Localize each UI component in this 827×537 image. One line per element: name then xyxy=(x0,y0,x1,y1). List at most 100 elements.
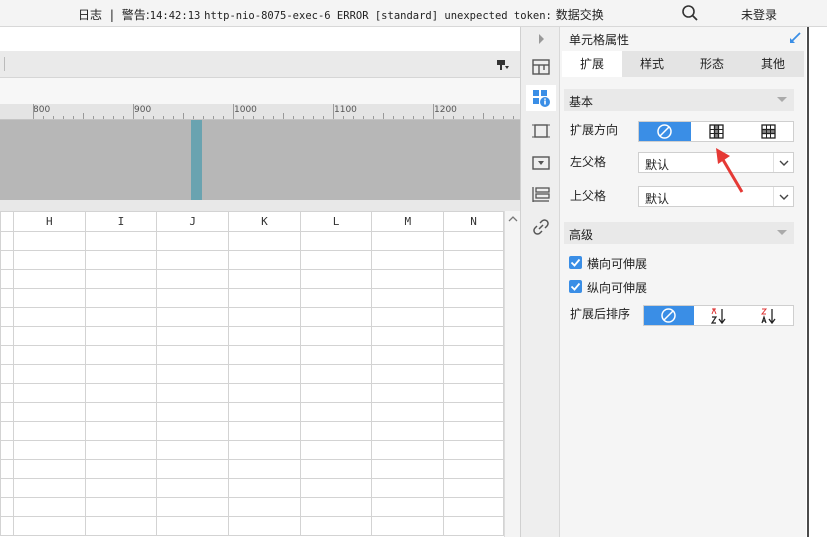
grid-cell[interactable] xyxy=(371,250,445,270)
grid-cell[interactable] xyxy=(12,497,86,517)
grid-cell[interactable] xyxy=(156,250,230,270)
log-label[interactable]: 日志 xyxy=(78,8,102,22)
grid-cell[interactable] xyxy=(156,269,230,289)
cell-properties-tab[interactable] xyxy=(526,85,556,111)
grid-cell[interactable] xyxy=(371,459,445,479)
grid-cell[interactable] xyxy=(299,421,373,441)
grid-cell[interactable] xyxy=(228,307,301,327)
sort-none-button[interactable] xyxy=(644,306,694,325)
grid-cell[interactable] xyxy=(299,459,373,479)
grid-cell[interactable] xyxy=(443,440,504,460)
grid-cell[interactable] xyxy=(84,250,158,270)
grid-cell[interactable] xyxy=(299,364,373,384)
grid-cell[interactable] xyxy=(84,516,158,536)
grid-cell[interactable] xyxy=(84,383,158,403)
grid-cell[interactable] xyxy=(156,459,230,479)
grid-cell[interactable] xyxy=(371,440,445,460)
grid-cell[interactable] xyxy=(228,288,301,308)
grid-cell[interactable] xyxy=(156,478,230,498)
grid-cell[interactable] xyxy=(228,345,301,365)
tab-expand[interactable]: 扩展 xyxy=(562,51,622,77)
grid-cell[interactable] xyxy=(299,478,373,498)
grid-cell[interactable] xyxy=(156,345,230,365)
column-header-n[interactable]: N xyxy=(443,211,504,232)
grid-cell[interactable] xyxy=(443,421,504,441)
widget-frame-icon[interactable] xyxy=(531,121,551,141)
grid-cell[interactable] xyxy=(443,364,504,384)
column-header-l[interactable]: L xyxy=(299,211,373,232)
sort-descending-button[interactable] xyxy=(744,306,795,325)
grid-cell[interactable] xyxy=(12,269,86,289)
top-parent-dropdown[interactable] xyxy=(773,187,793,206)
row-header-cell[interactable] xyxy=(0,269,14,289)
grid-cell[interactable] xyxy=(12,383,86,403)
grid-cell[interactable] xyxy=(299,326,373,346)
column-header-i[interactable]: I xyxy=(84,211,158,232)
grid-cell[interactable] xyxy=(12,345,86,365)
grid-cell[interactable] xyxy=(84,269,158,289)
vertical-stretch-checkbox[interactable] xyxy=(569,280,582,293)
expand-none-button[interactable] xyxy=(639,122,691,141)
row-header-cell[interactable] xyxy=(0,402,14,422)
grid-cell[interactable] xyxy=(84,440,158,460)
column-header-j[interactable]: J xyxy=(156,211,230,232)
pin-icon[interactable] xyxy=(788,31,802,45)
grid-cell[interactable] xyxy=(84,231,158,251)
grid-cell[interactable] xyxy=(84,478,158,498)
grid-cell[interactable] xyxy=(299,516,373,536)
grid-cell[interactable] xyxy=(371,516,445,536)
grid-cell[interactable] xyxy=(371,421,445,441)
grid-cell[interactable] xyxy=(299,307,373,327)
grid-cell[interactable] xyxy=(12,478,86,498)
grid-cell[interactable] xyxy=(443,459,504,479)
grid-cell[interactable] xyxy=(371,288,445,308)
grid-cell[interactable] xyxy=(228,478,301,498)
grid-cell[interactable] xyxy=(371,345,445,365)
grid-cell[interactable] xyxy=(228,421,301,441)
grid-cell[interactable] xyxy=(371,231,445,251)
row-header-cell[interactable] xyxy=(0,440,14,460)
grid-cell[interactable] xyxy=(156,516,230,536)
grid-cell[interactable] xyxy=(156,326,230,346)
search-icon[interactable] xyxy=(681,4,699,22)
spreadsheet-grid[interactable]: H I J K L M N xyxy=(0,211,504,537)
grid-cell[interactable] xyxy=(443,345,504,365)
grid-cell[interactable] xyxy=(12,440,86,460)
list-layout-icon[interactable] xyxy=(531,185,551,205)
section-advanced[interactable]: 高级 xyxy=(564,222,794,244)
grid-cell[interactable] xyxy=(84,326,158,346)
grid-cell[interactable] xyxy=(443,326,504,346)
grid-cell[interactable] xyxy=(371,326,445,346)
grid-cell[interactable] xyxy=(299,440,373,460)
grid-cell[interactable] xyxy=(371,269,445,289)
hyperlink-icon[interactable] xyxy=(531,217,551,237)
grid-cell[interactable] xyxy=(299,288,373,308)
grid-body[interactable] xyxy=(0,231,504,536)
tab-other[interactable]: 其他 xyxy=(742,51,804,77)
tab-shape[interactable]: 形态 xyxy=(682,51,742,77)
row-header-cell[interactable] xyxy=(0,516,14,536)
grid-cell[interactable] xyxy=(443,478,504,498)
grid-cell[interactable] xyxy=(371,402,445,422)
grid-vertical-scrollbar[interactable] xyxy=(504,211,520,537)
column-header-h[interactable]: H xyxy=(12,211,86,232)
grid-cell[interactable] xyxy=(156,402,230,422)
grid-cell[interactable] xyxy=(156,364,230,384)
login-link[interactable]: 未登录 xyxy=(741,6,777,23)
scroll-up-icon[interactable] xyxy=(508,214,518,224)
grid-cell[interactable] xyxy=(443,269,504,289)
row-header-cell[interactable] xyxy=(0,345,14,365)
grid-cell[interactable] xyxy=(371,307,445,327)
grid-cell[interactable] xyxy=(228,459,301,479)
grid-cell[interactable] xyxy=(156,421,230,441)
grid-cell[interactable] xyxy=(84,402,158,422)
grid-cell[interactable] xyxy=(156,231,230,251)
column-header-k[interactable]: K xyxy=(228,211,301,232)
grid-cell[interactable] xyxy=(228,231,301,251)
grid-cell[interactable] xyxy=(299,269,373,289)
grid-cell[interactable] xyxy=(228,516,301,536)
template-cell-icon[interactable] xyxy=(531,57,551,77)
grid-cell[interactable] xyxy=(299,250,373,270)
grid-cell[interactable] xyxy=(12,402,86,422)
grid-table[interactable]: H I J K L M N xyxy=(0,211,504,536)
